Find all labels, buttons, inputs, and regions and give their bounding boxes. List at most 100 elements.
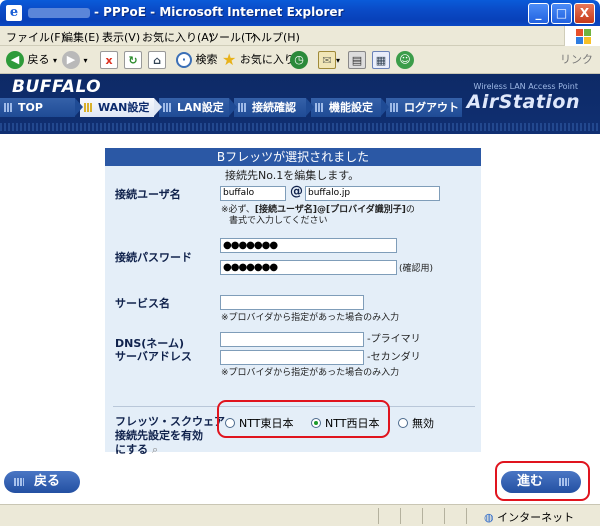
nav-tab-features-label: 機能設定 <box>329 101 373 114</box>
blurred-title-prefix <box>28 7 90 18</box>
nav-tab-wan[interactable]: WAN設定 <box>80 98 162 117</box>
editing-text: 接続先No.1を編集します。 <box>225 169 360 182</box>
edit-icon: ▦ <box>372 51 390 69</box>
nav-tab-lan[interactable]: LAN設定 <box>159 98 237 117</box>
back-browser-button[interactable]: ◀ 戻る ▾ <box>6 50 57 70</box>
page-content: BUFFALO Wireless LAN Access Point AirSta… <box>0 74 600 504</box>
close-button[interactable]: X <box>574 3 595 24</box>
nav-tab-connection-check-label: 接続確認 <box>252 101 296 114</box>
status-separator <box>400 508 401 524</box>
star-icon: ★ <box>222 50 237 69</box>
username-note-suffix: の <box>405 205 415 215</box>
refresh-icon: ↻ <box>124 51 142 69</box>
provider-domain-input[interactable]: buffalo.jp <box>305 186 440 201</box>
dns-secondary-input[interactable] <box>220 350 364 365</box>
minimize-button[interactable]: _ <box>528 3 549 24</box>
nav-tab-logout-label: ログアウト <box>404 101 459 114</box>
security-zone: ◍ インターネット <box>484 509 574 525</box>
radio-disabled[interactable]: 無効 <box>398 415 434 431</box>
forward-arrow-icon: ▶ <box>62 51 80 69</box>
messenger-button[interactable]: ☺ <box>396 50 414 70</box>
dns-label-line2: サーバアドレス <box>115 350 192 363</box>
brand-logo: BUFFALO <box>12 77 102 97</box>
radio-disabled-circle <box>398 418 408 428</box>
password-label: 接続パスワード <box>115 251 192 264</box>
search-label: 検索 <box>195 53 218 66</box>
router-header: BUFFALO Wireless LAN Access Point AirSta… <box>0 74 600 134</box>
status-separator <box>444 508 445 524</box>
nav-tab-logout[interactable]: ログアウト <box>386 98 462 117</box>
nav-tab-wan-label: WAN設定 <box>98 101 150 114</box>
dns-primary-label: -プライマリ <box>367 334 421 345</box>
window-title-text: - PPPoE - Microsoft Internet Explorer <box>94 5 344 19</box>
username-note-format: [接続ユーザ名]@[プロバイダ識別子] <box>254 205 406 215</box>
password-confirm-label: (確認用) <box>399 264 434 274</box>
menu-view[interactable]: 表示(V) <box>102 29 140 45</box>
print-icon: ▤ <box>348 51 366 69</box>
username-input[interactable]: buffalo <box>220 186 286 201</box>
menu-edit[interactable]: 編集(E) <box>62 29 100 45</box>
forward-browser-button[interactable]: ▶ ▾ <box>62 50 88 70</box>
username-label: 接続ユーザ名 <box>115 188 181 201</box>
back-browser-label: 戻る <box>27 53 50 66</box>
product-logo: AirStation <box>466 91 580 113</box>
home-icon: ⌂ <box>148 51 166 69</box>
nav-tab-lan-label: LAN設定 <box>177 101 224 114</box>
history-icon: ◷ <box>290 51 308 69</box>
nav-tab-top-label: TOP <box>18 101 43 114</box>
favorites-button[interactable]: ★ お気に入り <box>222 50 295 70</box>
window-titlebar: e - PPPoE - Microsoft Internet Explorer … <box>0 0 600 26</box>
help-icon[interactable]: ⌕ <box>152 443 158 456</box>
mail-icon: ✉ <box>318 51 336 69</box>
status-bar: ◍ インターネット <box>0 504 600 526</box>
stop-icon: x <box>100 51 118 69</box>
status-separator <box>466 508 467 524</box>
chevron-down-icon: ▾ <box>53 56 58 65</box>
status-separator <box>378 508 379 524</box>
radio-disabled-label: 無効 <box>412 417 434 430</box>
print-button[interactable]: ▤ <box>348 50 366 70</box>
dns-secondary-label: -セカンダリ <box>367 352 421 363</box>
highlight-radio-group <box>217 400 390 438</box>
search-button[interactable]: · 検索 <box>176 50 218 70</box>
links-label[interactable]: リンク <box>560 50 593 70</box>
menu-file[interactable]: ファイル(F) <box>6 29 65 45</box>
chevron-down-icon: ▾ <box>83 56 88 65</box>
status-separator <box>422 508 423 524</box>
header-dot-strip <box>0 123 600 131</box>
nav-tab-connection-check[interactable]: 接続確認 <box>234 98 314 117</box>
refresh-button[interactable]: ↻ <box>124 50 142 70</box>
home-button[interactable]: ⌂ <box>148 50 166 70</box>
menu-help[interactable]: ヘルプ(H) <box>250 29 300 45</box>
menu-bar: ファイル(F) 編集(E) 表示(V) お気に入り(A) ツール(T) ヘルプ(… <box>0 26 600 46</box>
back-button[interactable]: 戻る <box>4 471 80 493</box>
service-name-label: サービス名 <box>115 297 170 310</box>
nav-tab-top[interactable]: TOP <box>0 98 83 117</box>
mail-button[interactable]: ✉ ▾ <box>318 50 340 70</box>
product-subtitle: Wireless LAN Access Point <box>473 82 578 91</box>
nav-tab-features[interactable]: 機能設定 <box>311 98 389 117</box>
nav-bar: TOP WAN設定 LAN設定 接続確認 機能設定 ログアウト <box>0 98 470 117</box>
browser-toolbar: ◀ 戻る ▾ ▶ ▾ x ↻ ⌂ · 検索 ★ お気に入り ◷ ✉ ▾ ▤ ▦ ☺… <box>0 46 600 74</box>
search-icon: · <box>176 52 192 68</box>
messenger-icon: ☺ <box>396 51 414 69</box>
username-note-prefix: ※必ず、 <box>221 205 255 215</box>
dns-note: ※プロバイダから指定があった場合のみ入力 <box>221 368 400 378</box>
edit-button[interactable]: ▦ <box>372 50 390 70</box>
menu-favorites[interactable]: お気に入り(A) <box>142 29 213 45</box>
username-note: ※必ず、[接続ユーザ名]@[プロバイダ識別子]の <box>221 205 415 216</box>
history-button[interactable]: ◷ <box>290 50 308 70</box>
service-name-input[interactable] <box>220 295 364 310</box>
password-input[interactable]: ●●●●●●● <box>220 238 397 253</box>
panel-title: Bフレッツが選択されました <box>105 148 481 166</box>
chevron-down-icon: ▾ <box>336 56 341 65</box>
highlight-next-button <box>495 461 590 501</box>
flets-label-line3-text: にする <box>115 443 149 456</box>
security-zone-label: インターネット <box>497 511 575 524</box>
dns-primary-input[interactable] <box>220 332 364 347</box>
maximize-button[interactable]: □ <box>551 3 572 24</box>
back-arrow-icon: ◀ <box>6 51 24 69</box>
flets-label-line3: にする ⌕ <box>115 441 158 457</box>
stop-button[interactable]: x <box>100 50 118 70</box>
password-confirm-input[interactable]: ●●●●●●● <box>220 260 397 275</box>
